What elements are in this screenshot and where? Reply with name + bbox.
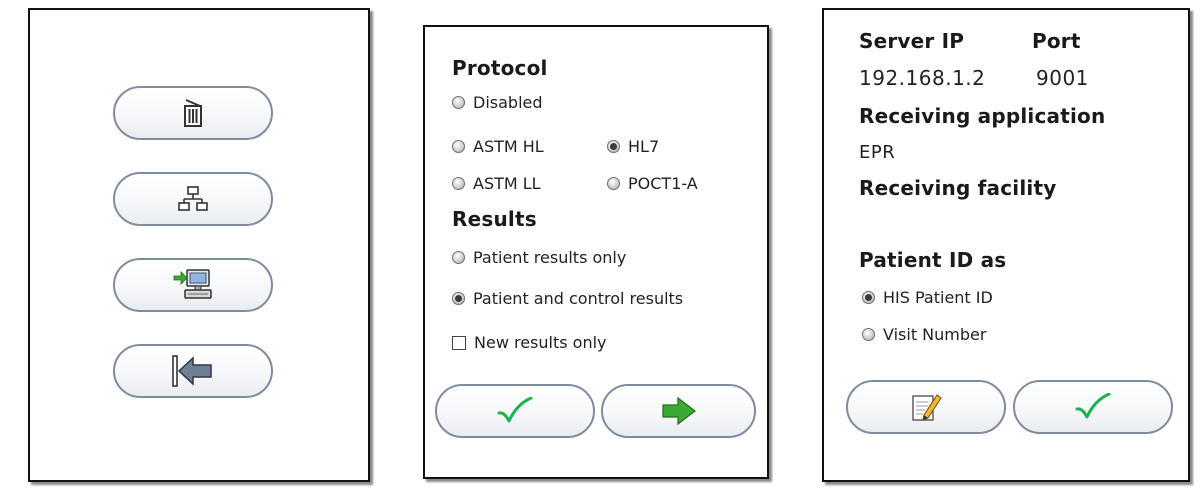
radio-button[interactable] [452,140,465,153]
checkmark-icon [1075,393,1111,421]
computer-transfer-icon [173,268,213,302]
radio-button[interactable] [452,96,465,109]
confirm-button[interactable] [435,384,595,438]
exit-button[interactable] [113,344,273,398]
protocol-option-astm-hl[interactable]: ASTM HL [452,137,544,156]
patient-id-option-his[interactable]: HIS Patient ID [862,288,993,307]
main-menu-panel [28,8,370,482]
server-ip-value[interactable]: 192.168.1.2 [859,66,985,90]
patient-id-heading: Patient ID as [859,248,1007,272]
next-button[interactable] [601,384,756,438]
radio-button[interactable] [862,328,875,341]
protocol-option-astm-ll[interactable]: ASTM LL [452,174,541,193]
protocol-option-hl7[interactable]: HL7 [607,137,659,156]
receiving-facility-label: Receiving facility [859,176,1057,200]
radio-button-selected[interactable] [452,292,465,305]
protocol-option-poct1-a[interactable]: POCT1-A [607,174,698,193]
patient-id-option-visit-number[interactable]: Visit Number [862,325,986,344]
server-ip-label: Server IP [859,29,965,53]
results-heading: Results [452,207,537,231]
radio-button[interactable] [452,177,465,190]
back-arrow-icon [171,355,215,387]
network-button[interactable] [113,172,273,226]
delete-button[interactable] [113,86,273,140]
radio-button-selected[interactable] [607,140,620,153]
protocol-option-disabled[interactable]: Disabled [452,93,543,112]
arrow-right-icon [661,396,697,426]
edit-button[interactable] [846,380,1006,434]
radio-button[interactable] [452,251,465,264]
receiving-application-value[interactable]: EPR [859,142,895,163]
results-option-patient-and-control[interactable]: Patient and control results [452,289,683,308]
server-settings-panel: Server IP Port 192.168.1.2 9001 Receivin… [822,8,1190,482]
checkbox[interactable] [452,335,466,350]
receiving-application-label: Receiving application [859,104,1106,128]
port-label: Port [1032,29,1081,53]
new-results-only-checkbox[interactable]: New results only [452,333,607,352]
radio-button[interactable] [607,177,620,190]
protocol-settings-panel: Protocol Disabled ASTM HL HL7 ASTM LL PO… [423,25,769,479]
port-value[interactable]: 9001 [1036,66,1089,90]
trash-icon [182,99,204,127]
data-transfer-button[interactable] [113,258,273,312]
radio-button-selected[interactable] [862,291,875,304]
checkmark-icon [497,397,533,425]
results-option-patient-only[interactable]: Patient results only [452,248,626,267]
network-icon [178,186,208,212]
edit-note-icon [910,391,942,423]
confirm-button[interactable] [1013,380,1173,434]
protocol-heading: Protocol [452,56,548,80]
